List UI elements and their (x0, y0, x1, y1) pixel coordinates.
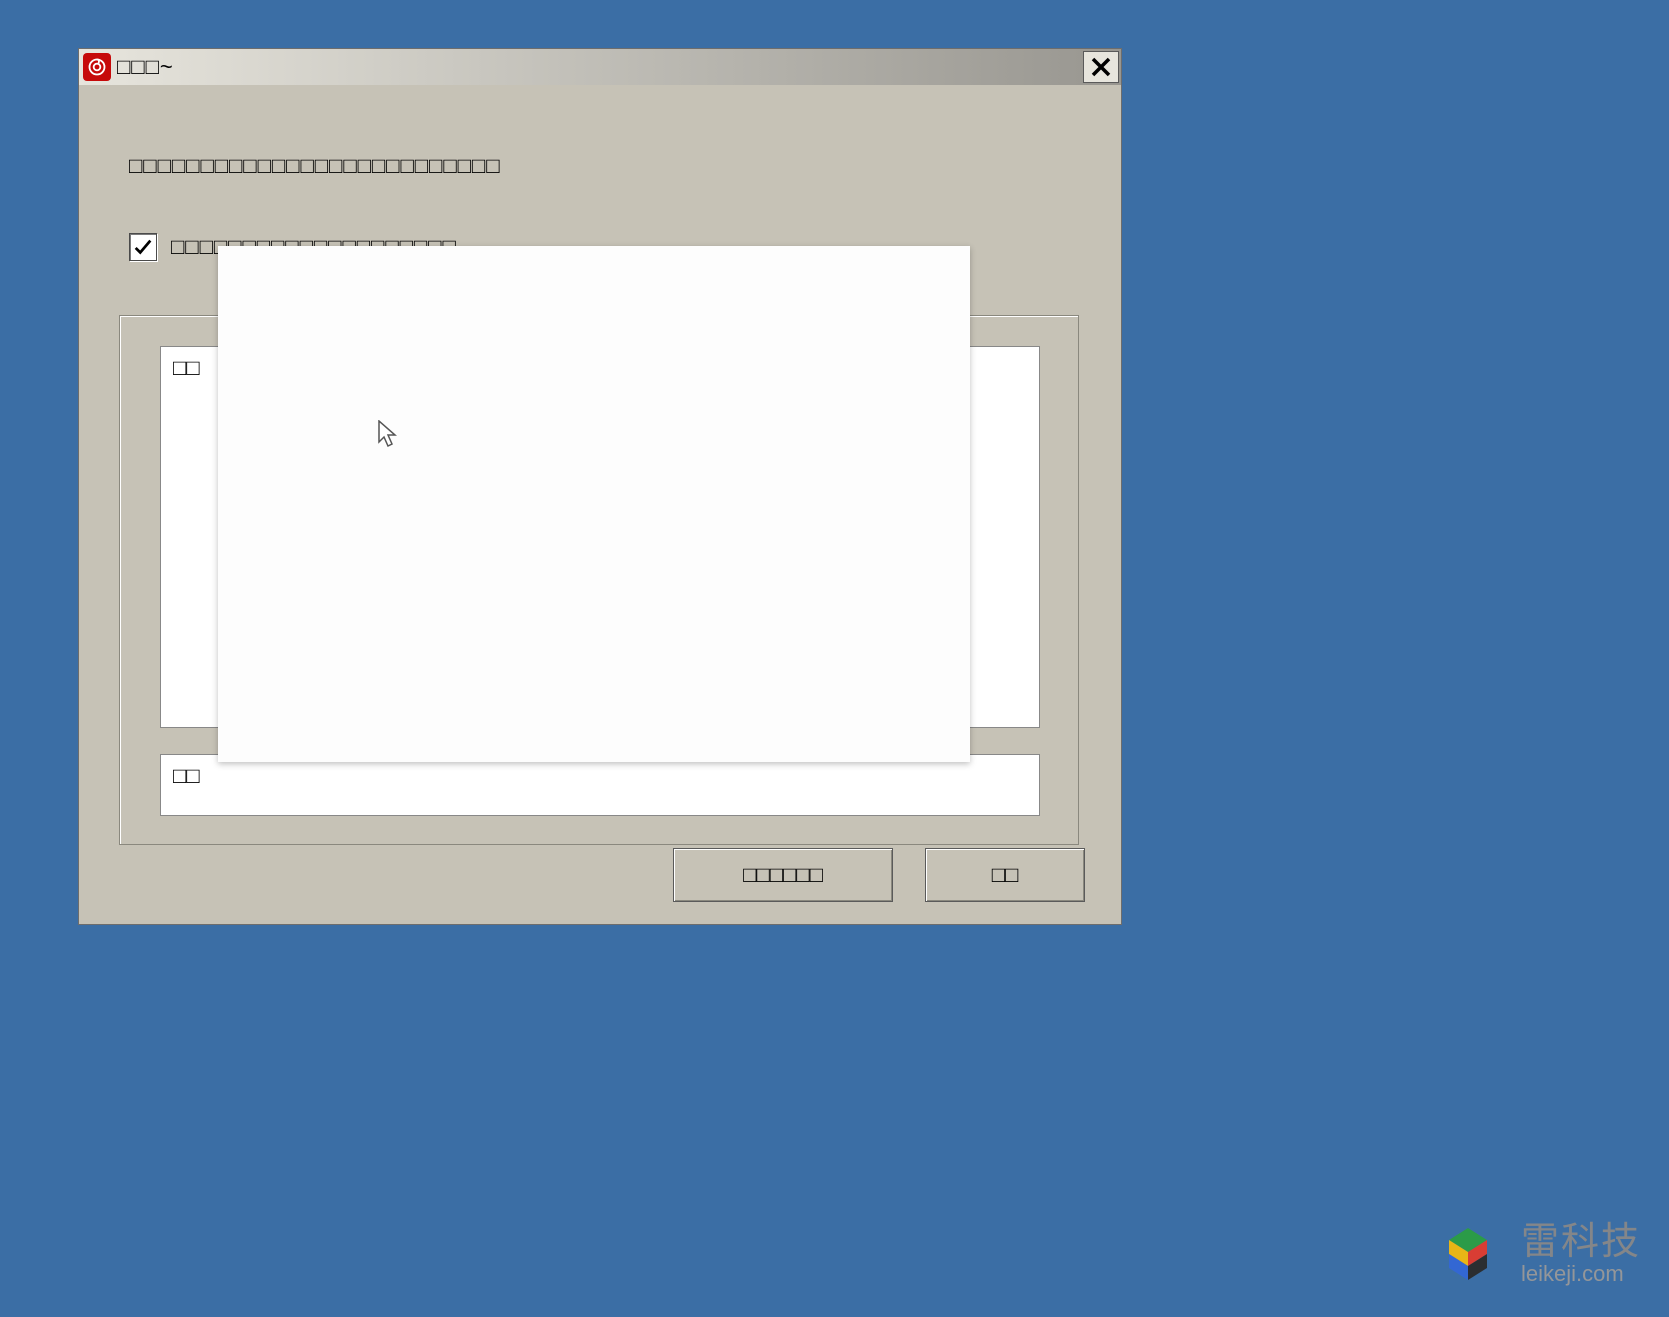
description-text: □□□□□□□□□□□□□□□□□□□□□□□□□□ (129, 153, 501, 179)
watermark-logo-icon (1429, 1224, 1507, 1284)
watermark-line1: 雷科技 (1521, 1223, 1641, 1261)
secondary-button-label: □□ (992, 862, 1019, 888)
close-button[interactable] (1083, 51, 1119, 83)
watermark-text: 雷科技 leikeji.com (1521, 1223, 1641, 1285)
overlay-blank-panel (218, 246, 970, 762)
secondary-button[interactable]: □□ (925, 848, 1085, 902)
listbox-main-header: □□ (173, 355, 200, 381)
watermark: 雷科技 leikeji.com (1429, 1223, 1641, 1285)
titlebar[interactable]: □□□~ (79, 49, 1121, 85)
app-icon (83, 53, 111, 81)
close-icon (1089, 55, 1113, 79)
button-row: □□□□□□ □□ (79, 848, 1121, 902)
listbox-secondary[interactable]: □□ (160, 754, 1040, 816)
primary-button[interactable]: □□□□□□ (673, 848, 893, 902)
listbox-secondary-header: □□ (173, 763, 200, 789)
check-icon (132, 236, 154, 258)
watermark-line2: leikeji.com (1521, 1263, 1641, 1285)
primary-button-label: □□□□□□ (743, 862, 823, 888)
window-title: □□□~ (117, 54, 174, 80)
checkbox[interactable] (129, 233, 157, 261)
